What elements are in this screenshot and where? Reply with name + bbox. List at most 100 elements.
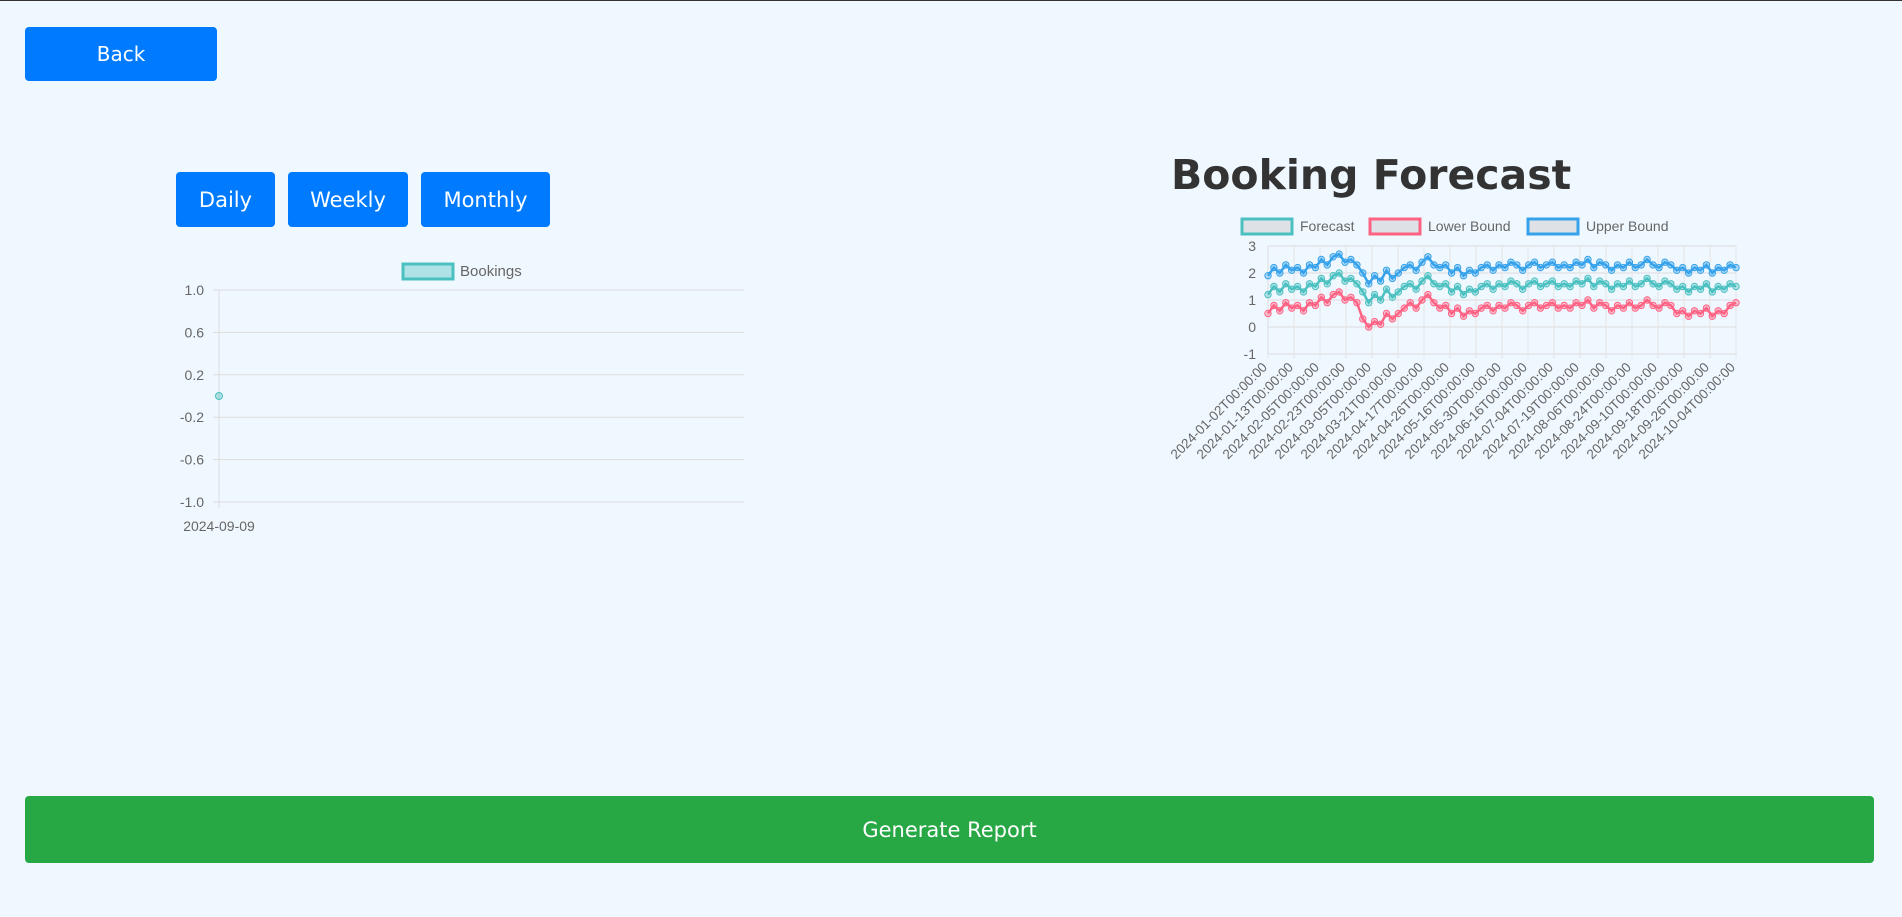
data-point-forecast	[1388, 293, 1397, 302]
data-point-upper-bound	[1684, 269, 1693, 277]
data-point-upper-bound	[1548, 258, 1557, 266]
data-point-forecast	[1471, 288, 1479, 296]
data-point-upper-bound	[1489, 266, 1497, 274]
data-point-lower-bound	[1317, 293, 1326, 302]
monthly-button[interactable]: Monthly	[421, 172, 550, 227]
data-point-lower-bound	[1489, 307, 1497, 315]
data-point-upper-bound	[1453, 263, 1462, 272]
data-point-lower-bound	[1702, 304, 1711, 312]
data-point-upper-bound	[1293, 263, 1302, 272]
data-point-forecast	[1359, 288, 1367, 296]
data-point-lower-bound	[1442, 301, 1450, 310]
data-point-upper-bound	[1282, 261, 1290, 269]
legend-swatch-upper-bound	[1526, 217, 1580, 236]
data-point-forecast	[1607, 285, 1616, 293]
data-point-upper-bound	[1370, 271, 1379, 280]
data-point-forecast	[1655, 282, 1663, 291]
data-point-forecast	[1299, 288, 1308, 296]
weekly-button[interactable]: Weekly	[288, 172, 408, 227]
data-point-lower-bound	[1293, 301, 1302, 310]
y-tick-label: 0.2	[185, 367, 205, 383]
data-point-lower-bound	[1584, 296, 1592, 304]
data-point-lower-bound	[1590, 304, 1598, 312]
data-point-forecast	[1370, 290, 1379, 299]
data-point-forecast	[1596, 277, 1604, 285]
data-point-lower-bound	[1667, 301, 1675, 310]
data-point-forecast	[1619, 282, 1628, 291]
y-tick-label: -1	[1244, 346, 1257, 362]
data-point-forecast	[1442, 280, 1450, 288]
data-point-lower-bound	[1430, 299, 1438, 307]
data-point-upper-bound	[1667, 261, 1675, 269]
y-tick-label: 0	[1248, 319, 1256, 335]
data-point-upper-bound	[1732, 263, 1740, 272]
data-point-upper-bound	[1501, 263, 1509, 272]
data-point-lower-bound	[1418, 296, 1426, 304]
legend-swatch-lower-bound	[1368, 217, 1422, 236]
data-point-forecast	[1513, 280, 1521, 288]
data-point-forecast	[1696, 285, 1705, 293]
data-point-lower-bound	[1453, 304, 1462, 312]
data-point-forecast	[1323, 280, 1331, 288]
data-point-upper-bound	[1335, 250, 1343, 258]
data-point-lower-bound	[1459, 312, 1468, 320]
data-point-upper-bound	[1655, 263, 1663, 272]
data-point-lower-bound	[1424, 290, 1432, 299]
data-point-forecast	[1590, 282, 1598, 291]
data-point-upper-bound	[1637, 261, 1645, 269]
data-point-upper-bound	[1376, 277, 1385, 285]
data-point-upper-bound	[1708, 269, 1716, 277]
data-point-lower-bound	[1347, 293, 1355, 302]
y-tick-label: -0.6	[180, 452, 204, 468]
y-tick-label: 0.6	[185, 324, 205, 340]
bookings-chart: Bookings 1.0 0.6 0.2 -0.2 -0.6 -1.0 2024-09-09	[180, 262, 744, 534]
data-point-lower-bound	[1335, 288, 1343, 296]
data-point-lower-bound	[1299, 307, 1308, 315]
data-point-forecast	[1293, 282, 1302, 291]
data-point-upper-bound	[1643, 255, 1651, 264]
data-point-lower-bound	[1655, 304, 1663, 312]
legend-label-forecast: Forecast	[1300, 218, 1355, 234]
data-point-lower-bound	[1720, 309, 1728, 318]
forecast-title: Booking Forecast	[1171, 151, 1572, 199]
data-point-upper-bound	[1353, 261, 1361, 269]
legend-label-lower-bound: Lower Bound	[1428, 218, 1511, 234]
data-point-lower-bound	[1643, 296, 1651, 304]
generate-report-button[interactable]: Generate Report	[25, 796, 1874, 863]
data-point-lower-bound	[1513, 301, 1521, 310]
data-point-forecast	[1382, 285, 1391, 293]
data-point-forecast	[1714, 282, 1722, 291]
data-point-forecast	[1447, 288, 1456, 296]
data-point-upper-bound	[1347, 255, 1355, 264]
data-point-upper-bound	[1406, 261, 1414, 269]
daily-button[interactable]: Daily	[176, 172, 275, 227]
data-point-lower-bound	[1732, 299, 1740, 307]
data-point-forecast	[1347, 274, 1355, 283]
data-point-upper-bound	[1596, 258, 1604, 266]
data-point-lower-bound	[1566, 304, 1574, 312]
data-point-lower-bound	[1270, 301, 1278, 310]
data-point-lower-bound	[1548, 299, 1557, 307]
data-point-upper-bound	[1542, 261, 1551, 269]
data-point-upper-bound	[1412, 266, 1420, 274]
data-point-forecast	[1311, 282, 1320, 291]
data-point-upper-bound	[1442, 261, 1450, 269]
data-point-forecast	[1679, 282, 1687, 291]
data-point-forecast	[1317, 274, 1326, 283]
data-point-forecast	[1276, 288, 1284, 296]
data-point-forecast	[1424, 271, 1432, 280]
x-tick-label: 2024-09-09	[183, 518, 255, 534]
data-point-forecast	[1702, 280, 1711, 288]
data-point-lower-bound	[1406, 299, 1414, 307]
data-point-lower-bound	[1602, 301, 1610, 310]
data-point-upper-bound	[1382, 266, 1391, 274]
data-point-upper-bound	[1619, 263, 1628, 272]
data-point-forecast	[1483, 280, 1491, 288]
data-point-lower-bound	[1353, 299, 1361, 307]
back-button[interactable]: Back	[25, 27, 217, 81]
data-point-forecast	[1519, 285, 1527, 293]
data-point-lower-bound	[1495, 301, 1503, 310]
legend-label-upper-bound: Upper Bound	[1586, 218, 1669, 234]
data-point-upper-bound	[1483, 261, 1491, 269]
data-point-lower-bound	[1619, 304, 1628, 312]
